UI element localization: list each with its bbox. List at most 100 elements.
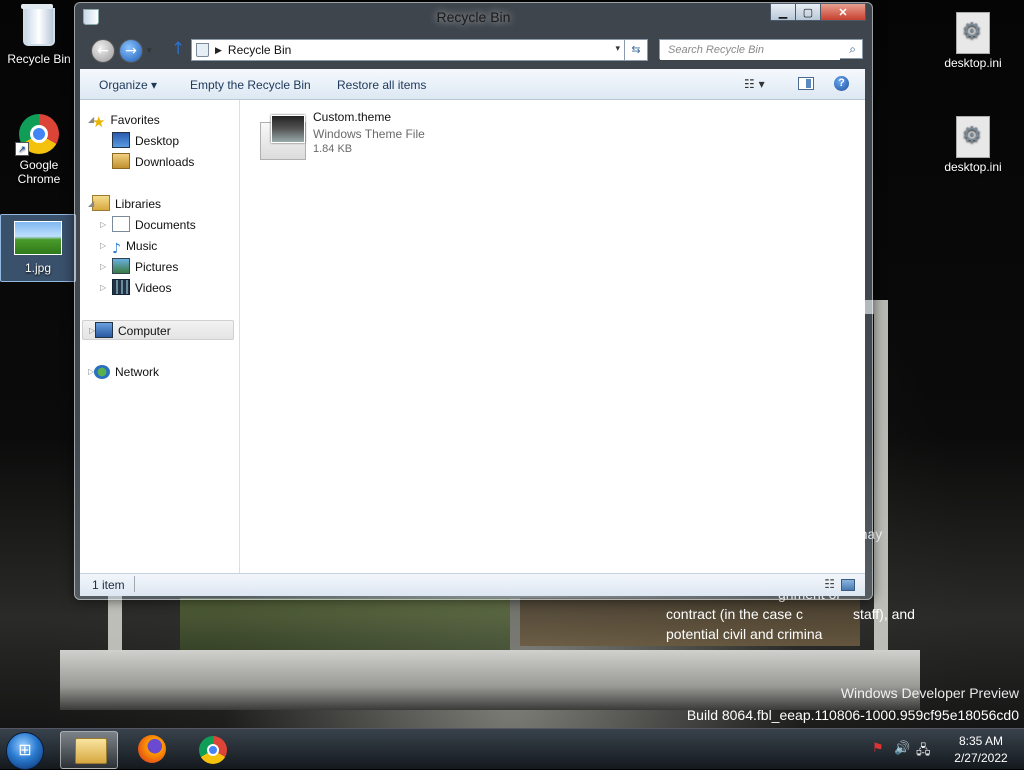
taskbar: ⊞ ⚑ 🔊 🖧 8:35 AM 2/27/2022: [0, 728, 1024, 770]
help-button[interactable]: ?: [834, 76, 849, 91]
file-size: 1.84 KB: [313, 143, 353, 155]
settings-file-icon: [953, 12, 993, 54]
build-watermark-line2: Build 8064.fbl_eeap.110806-1000.959cf95e…: [686, 707, 1019, 723]
organize-menu-button[interactable]: Organize ▾: [99, 78, 157, 92]
desktop-icon-desktop-ini-2[interactable]: desktop.ini: [936, 116, 1010, 174]
nav-item-videos[interactable]: ▷ Videos: [100, 278, 172, 298]
expand-arrow-icon[interactable]: ◢: [88, 110, 94, 130]
action-center-flag-icon[interactable]: ⚑: [872, 741, 884, 756]
command-bar: Organize ▾ Empty the Recycle Bin Restore…: [80, 69, 865, 100]
search-input[interactable]: [660, 40, 840, 60]
desktop-icon-recycle-bin[interactable]: Recycle Bin: [2, 4, 76, 66]
nav-group-libraries[interactable]: ◢ Libraries: [88, 194, 161, 214]
close-button[interactable]: ✕: [820, 3, 866, 21]
expand-arrow-icon[interactable]: ▷: [100, 215, 106, 235]
restore-all-items-button[interactable]: Restore all items: [337, 78, 426, 92]
maximize-button[interactable]: ▢: [795, 3, 821, 21]
explorer-window[interactable]: Recycle Bin ▁ ▢ ✕ ← → ▾ ↑ ▶ Recycle Bin …: [74, 2, 873, 600]
up-button[interactable]: ↑: [171, 39, 185, 59]
recent-pages-dropdown[interactable]: ▾: [147, 45, 152, 56]
shortcut-arrow-icon: ↗: [15, 142, 29, 156]
desktop-icon-label: Recycle Bin: [7, 52, 71, 66]
image-file-icon: [14, 221, 62, 255]
nav-label: Favorites: [110, 113, 160, 127]
nav-label: Pictures: [135, 260, 179, 274]
desktop-icon-label: desktop.ini: [944, 56, 1002, 70]
forward-button[interactable]: →: [119, 39, 143, 63]
empty-recycle-bin-button[interactable]: Empty the Recycle Bin: [190, 78, 311, 92]
clock-time[interactable]: 8:35 AM: [946, 734, 1016, 748]
expand-arrow-icon[interactable]: ◢: [88, 194, 94, 214]
nav-label: Music: [125, 239, 158, 253]
search-icon[interactable]: ⌕: [849, 42, 856, 57]
chevron-down-icon: ▾: [758, 77, 765, 91]
desktop-icon-label: Google Chrome: [17, 158, 61, 186]
expand-arrow-icon[interactable]: ▷: [100, 257, 106, 277]
network-tray-icon[interactable]: 🖧: [916, 741, 931, 763]
network-icon: [94, 365, 110, 379]
file-item[interactable]: Custom.theme Windows Theme File 1.84 KB: [258, 110, 458, 160]
libraries-icon: [92, 195, 110, 211]
nav-item-documents[interactable]: ▷ Documents: [100, 215, 196, 235]
desktop-icon-1jpg[interactable]: 1.jpg: [0, 214, 76, 282]
navigation-row: ← → ▾ ↑ ▶ Recycle Bin ▾ ⇆ ⌕: [83, 37, 863, 65]
nav-item-network[interactable]: ▷ Network: [88, 362, 159, 382]
system-tray: ⚑ 🔊 🖧 8:35 AM 2/27/2022: [864, 729, 1024, 769]
expand-arrow-icon[interactable]: ▷: [100, 236, 106, 256]
desktop-icon-desktop-ini[interactable]: desktop.ini: [936, 12, 1010, 70]
windows-logo-icon: ⊞: [18, 740, 32, 759]
nav-item-music[interactable]: ▷ ♪ Music: [100, 236, 158, 257]
music-note-icon: ♪: [112, 241, 121, 257]
volume-icon[interactable]: 🔊: [894, 741, 910, 756]
breadcrumb-separator-icon[interactable]: ▶: [215, 45, 222, 56]
expand-arrow-icon[interactable]: ▷: [89, 321, 95, 341]
arrow-right-icon: →: [125, 43, 137, 59]
chevron-down-icon: ▾: [147, 45, 152, 55]
status-bar: 1 item ☷: [80, 573, 865, 596]
nav-item-pictures[interactable]: ▷ Pictures: [100, 257, 179, 277]
status-divider: [134, 576, 135, 592]
nav-item-downloads[interactable]: Downloads: [112, 152, 194, 172]
expand-arrow-icon[interactable]: ▷: [100, 278, 106, 298]
details-view-button[interactable]: ☷: [824, 577, 835, 591]
window-controls: ▁ ▢ ✕: [770, 3, 866, 21]
change-view-button[interactable]: ☷ ▾: [744, 77, 765, 91]
title-bar[interactable]: Recycle Bin ▁ ▢ ✕: [75, 3, 872, 35]
videos-icon: [112, 279, 130, 295]
documents-icon: [112, 216, 130, 232]
large-icons-view-button[interactable]: [841, 579, 855, 591]
taskbar-explorer[interactable]: [60, 731, 118, 769]
back-button[interactable]: ←: [91, 39, 115, 63]
desktop-icon-label: 1.jpg: [24, 261, 52, 275]
breadcrumb-recycle-bin[interactable]: Recycle Bin: [228, 43, 291, 57]
desktop-icon-google-chrome[interactable]: ↗ Google Chrome: [2, 114, 76, 186]
file-type: Windows Theme File: [313, 127, 425, 141]
nav-label: Desktop: [135, 134, 180, 148]
view-list-icon: ☷: [744, 77, 755, 91]
preview-pane-button[interactable]: [798, 77, 814, 90]
wallpaper-sill: [60, 650, 920, 710]
item-count: 1 item: [92, 578, 125, 592]
chrome-icon: [199, 736, 227, 764]
refresh-button[interactable]: ⇆: [624, 39, 648, 61]
nav-group-favorites[interactable]: ◢ ★ Favorites: [88, 110, 160, 131]
clock-date[interactable]: 2/27/2022: [946, 751, 1016, 765]
nav-item-computer[interactable]: ▷ Computer: [82, 320, 234, 340]
expand-arrow-icon[interactable]: ▷: [88, 362, 94, 382]
file-name: Custom.theme: [313, 110, 392, 124]
nav-label: Videos: [135, 281, 172, 295]
arrow-up-icon: ↑: [171, 39, 186, 59]
minimize-button[interactable]: ▁: [770, 3, 796, 21]
chevron-down-icon: ▾: [615, 43, 620, 53]
address-bar[interactable]: ▶ Recycle Bin ▾: [191, 39, 647, 61]
taskbar-firefox[interactable]: [126, 731, 182, 767]
search-box[interactable]: ⌕: [659, 39, 863, 60]
build-watermark-line1: Windows Developer Preview: [840, 685, 1019, 701]
file-list[interactable]: Custom.theme Windows Theme File 1.84 KB: [240, 100, 865, 573]
nav-item-desktop[interactable]: Desktop: [112, 131, 179, 151]
wallpaper-grass: [180, 598, 510, 650]
window-title: Recycle Bin: [436, 9, 511, 25]
taskbar-chrome[interactable]: [186, 731, 242, 767]
address-history-dropdown[interactable]: ▾: [615, 43, 620, 54]
start-button[interactable]: ⊞: [6, 732, 44, 770]
